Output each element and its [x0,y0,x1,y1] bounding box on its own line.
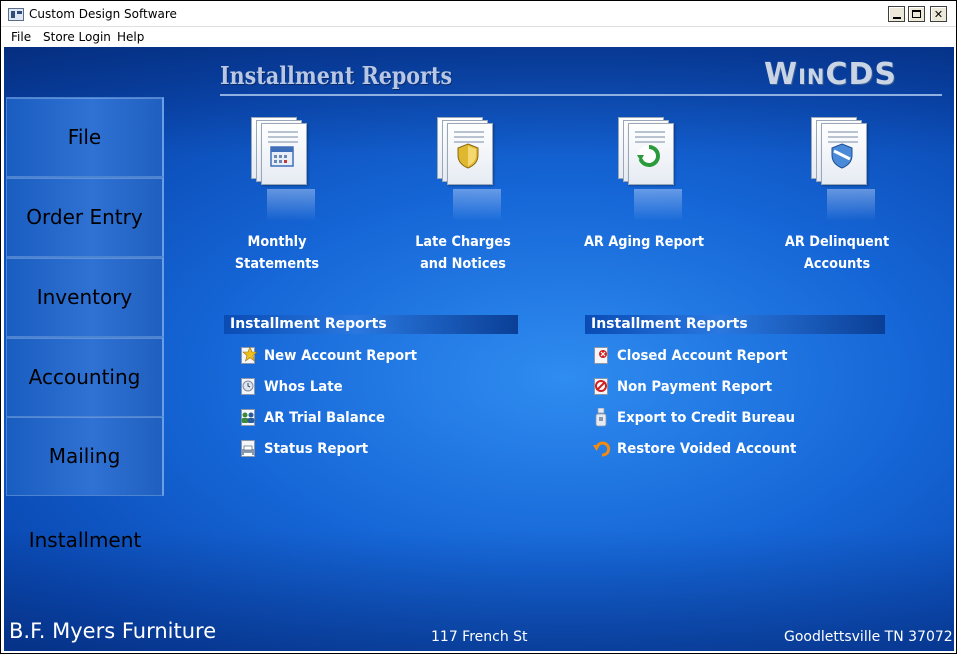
minimize-icon [892,17,901,19]
tab-label: Accounting [28,365,141,389]
section-header-right: Installment Reports [585,315,885,334]
link-non-payment-report[interactable]: Non Payment Report [593,375,780,399]
undo-icon [593,439,611,459]
report-label: AR Aging Report [583,234,705,250]
clock-icon [240,377,256,397]
tab-label: Mailing [48,444,121,468]
link-whos-late[interactable]: Whos Late [240,375,347,399]
page-title: Installment Reports [220,61,453,90]
report-late-charges[interactable]: Late Charges and Notices [383,115,543,285]
tab-label: Order Entry [26,205,143,229]
maximize-icon [912,10,921,18]
tab-label: Installment [28,528,142,552]
tab-inventory[interactable]: Inventory [6,257,164,337]
report-label: Late Charges and Notices [415,234,511,272]
report-label: Monthly Statements [234,234,320,272]
export-icon [593,408,609,428]
star-icon [240,346,258,366]
tab-installment-active[interactable]: Installment [6,495,164,585]
app-window: Custom Design Software ✕ File Store Logi… [0,0,957,654]
menu-bar: File Store Login Help [1,27,956,47]
store-city: Goodlettsville TN 37072 [784,629,953,645]
link-new-account-report[interactable]: New Account Report [240,344,425,368]
printer-icon [240,439,256,459]
tab-label: File [67,125,102,149]
icon-reflection [827,189,875,221]
tab-mailing[interactable]: Mailing [6,416,164,496]
link-export-credit-bureau[interactable]: Export to Credit Bureau [593,406,804,430]
report-ar-delinquent[interactable]: AR Delinquent Accounts [757,115,917,285]
close-button[interactable]: ✕ [930,6,947,22]
store-address: 117 French St [431,629,528,645]
tab-accounting[interactable]: Accounting [6,337,164,417]
link-closed-account-report[interactable]: Closed Account Report [593,344,796,368]
window-title: Custom Design Software [29,7,177,21]
icon-reflection [453,189,501,221]
app-icon [8,8,24,21]
tab-label: Inventory [36,285,133,309]
link-status-report[interactable]: Status Report [240,437,374,461]
menu-file[interactable]: File [11,30,31,44]
icon-reflection [267,189,315,221]
close-icon: ✕ [933,7,944,21]
main-panel: Installment Reports WinCDS File Order En… [4,47,954,651]
menu-help[interactable]: Help [117,30,144,44]
tab-file[interactable]: File [6,97,164,177]
minimize-button[interactable] [888,6,905,22]
store-name: B.F. Myers Furniture [9,619,217,643]
report-label: AR Delinquent Accounts [784,234,890,272]
menu-store-login[interactable]: Store Login [43,30,111,44]
maximize-button[interactable] [908,6,925,22]
report-ar-aging[interactable]: AR Aging Report [564,115,724,285]
report-monthly-statements[interactable]: Monthly Statements [197,115,357,285]
section-header-left: Installment Reports [224,315,518,334]
icon-reflection [634,189,682,221]
close-doc-icon [593,346,609,366]
brand-logo: WinCDS [764,57,898,92]
no-icon [593,377,609,397]
users-icon [240,408,256,428]
title-bar[interactable]: Custom Design Software ✕ [1,1,956,27]
link-restore-voided-account[interactable]: Restore Voided Account [593,437,806,461]
tab-order-entry[interactable]: Order Entry [6,177,164,257]
link-ar-trial-balance[interactable]: AR Trial Balance [240,406,391,430]
title-divider [220,94,942,96]
